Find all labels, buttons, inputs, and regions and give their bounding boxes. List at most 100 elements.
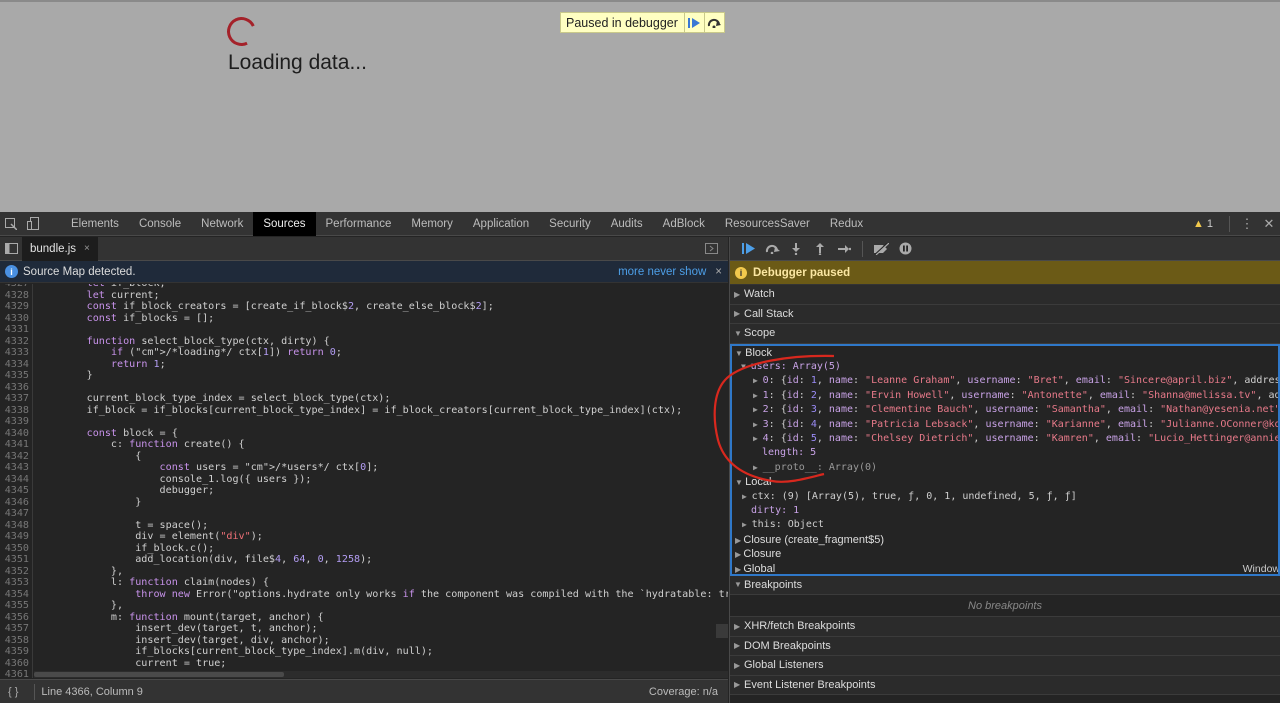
user-array-item[interactable]: ▶ 1: {id: 2, name: "Ervin Howell", usern… [753,389,1278,403]
line-number[interactable]: 4333 [0,347,29,359]
section-call-stack[interactable]: ▶ Call Stack [730,304,1280,324]
line-number[interactable]: 4334 [0,359,29,371]
section-scope[interactable]: ▼ Scope [730,324,1280,344]
this-row[interactable]: ▶ this: Object [742,518,1278,532]
section-global-listeners[interactable]: ▶ Global Listeners [730,656,1280,676]
code-line[interactable]: m: function mount(target, anchor) { [38,612,324,624]
scope-global[interactable]: ▶ Global Window [735,562,1278,574]
scope-closure-fragment[interactable]: ▶ Closure (create_fragment$5) [735,533,1278,547]
code-line[interactable]: insert_dev(target, div, anchor); [38,635,329,647]
line-number[interactable]: 4330 [0,313,29,325]
code-line[interactable]: if_blocks[current_block_type_index].m(di… [38,646,433,658]
line-number[interactable]: 4339 [0,416,29,428]
line-number[interactable]: 4337 [0,393,29,405]
resume-button[interactable] [683,13,704,32]
section-dom-breakpoints[interactable]: ▶ DOM Breakpoints [730,636,1280,656]
code-line[interactable]: const if_block_creators = [create_if_blo… [38,301,494,313]
code-line[interactable]: insert_dev(target, t, anchor); [38,623,317,635]
editor-vertical-scrollbar[interactable] [716,624,728,638]
code-line[interactable]: div = element("div"); [38,531,263,543]
line-number-gutter[interactable]: 4327432843294330433143324333433443354336… [0,284,33,678]
deactivate-breakpoints-button[interactable] [869,237,893,261]
code-line[interactable]: c: function create() { [38,439,245,451]
code-line[interactable]: function select_block_type(ctx, dirty) { [38,336,330,348]
step-out-button[interactable] [808,237,832,261]
code-line[interactable]: return 1; [38,359,166,371]
user-array-item[interactable]: ▶ 4: {id: 5, name: "Chelsey Dietrich", u… [753,432,1278,446]
breakpoints-section[interactable]: ▼ Breakpoints [730,575,1280,595]
toggle-navigator-icon[interactable] [0,237,22,261]
line-number[interactable]: 4340 [0,428,29,440]
code-line[interactable]: if ("cm">/*loading*/ ctx[1]) return 0; [38,347,342,359]
tab-elements[interactable]: Elements [61,212,129,236]
tab-adblock[interactable]: AdBlock [653,212,715,236]
code-line[interactable]: } [38,497,141,509]
inspect-element-icon[interactable] [0,212,22,236]
close-tab-icon[interactable]: × [84,243,90,254]
code-line[interactable]: debugger; [38,485,215,497]
line-number[interactable]: 4338 [0,405,29,417]
line-number[interactable]: 4346 [0,497,29,509]
line-number[interactable]: 4352 [0,566,29,578]
line-number[interactable]: 4358 [0,635,29,647]
line-number[interactable]: 4359 [0,646,29,658]
proto-row[interactable]: ▶ __proto__: Array(0) [753,461,1278,475]
line-number[interactable]: 4347 [0,508,29,520]
file-tab-bundle[interactable]: bundle.js × [22,236,98,261]
toggle-debugger-icon[interactable] [700,237,722,261]
close-devtools-icon[interactable]: ✕ [1258,212,1280,236]
step-into-button[interactable] [784,237,808,261]
step-over-button[interactable] [760,237,784,261]
line-number[interactable]: 4343 [0,462,29,474]
step-over-button[interactable] [703,13,724,32]
section-event-listener-breakpoints[interactable]: ▶ Event Listener Breakpoints [730,675,1280,695]
line-number[interactable]: 4360 [0,658,29,670]
code-line[interactable]: l: function claim(nodes) { [38,577,269,589]
section-xhr-fetch-breakpoints[interactable]: ▶ XHR/fetch Breakpoints [730,617,1280,637]
line-number[interactable]: 4356 [0,612,29,624]
tab-resourcessaver[interactable]: ResourcesSaver [715,212,820,236]
code-line[interactable]: throw new Error("options.hydrate only wo… [38,589,728,601]
line-number[interactable]: 4349 [0,531,29,543]
line-number[interactable]: 4361 [0,669,29,678]
line-number[interactable]: 4342 [0,451,29,463]
scope-block-header[interactable]: ▼ Block [735,346,1278,360]
line-number[interactable]: 4348 [0,520,29,532]
code-line[interactable]: } [38,370,93,382]
line-number[interactable]: 4328 [0,290,29,302]
line-number[interactable]: 4341 [0,439,29,451]
line-number[interactable]: 4332 [0,336,29,348]
pretty-print-icon[interactable]: { } [8,686,18,698]
line-number[interactable]: 4357 [0,623,29,635]
code-line[interactable]: current_block_type_index = select_block_… [38,393,391,405]
line-number[interactable]: 4353 [0,577,29,589]
tab-console[interactable]: Console [129,212,191,236]
section-watch[interactable]: ▶ Watch [730,285,1280,305]
users-tree-item[interactable]: ▼ users: Array(5) [741,360,1278,374]
line-number[interactable]: 4345 [0,485,29,497]
tab-network[interactable]: Network [191,212,253,236]
editor-horizontal-scrollbar[interactable] [34,671,728,678]
code-line[interactable]: add_location(div, file$4, 64, 0, 1258); [38,554,372,566]
code-editor[interactable]: 4327432843294330433143324333433443354336… [0,284,728,678]
tab-sources[interactable]: Sources [253,211,316,236]
line-number[interactable]: 4331 [0,324,29,336]
scope-closure[interactable]: ▶ Closure [735,547,1278,561]
close-infobar-icon[interactable]: × [715,266,722,278]
line-number[interactable]: 4329 [0,301,29,313]
tab-redux[interactable]: Redux [820,212,873,236]
code-line[interactable]: }, [38,600,123,612]
warning-indicator[interactable]: ▲ 1 [1193,218,1223,230]
more-options-icon[interactable]: ⋮ [1236,212,1258,236]
tab-memory[interactable]: Memory [401,212,463,236]
user-array-item[interactable]: ▶ 0: {id: 1, name: "Leanne Graham", user… [753,374,1278,388]
code-line[interactable]: current = true; [38,658,226,670]
user-array-item[interactable]: ▶ 3: {id: 4, name: "Patricia Lebsack", u… [753,418,1278,432]
line-number[interactable]: 4355 [0,600,29,612]
user-array-item[interactable]: ▶ 2: {id: 3, name: "Clementine Bauch", u… [753,403,1278,417]
line-number[interactable]: 4344 [0,474,29,486]
line-number[interactable]: 4351 [0,554,29,566]
code-line[interactable]: const block = { [38,428,178,440]
code-line[interactable]: if_block = if_blocks[current_block_type_… [38,405,683,417]
code-line[interactable]: if_block.c(); [38,543,214,555]
